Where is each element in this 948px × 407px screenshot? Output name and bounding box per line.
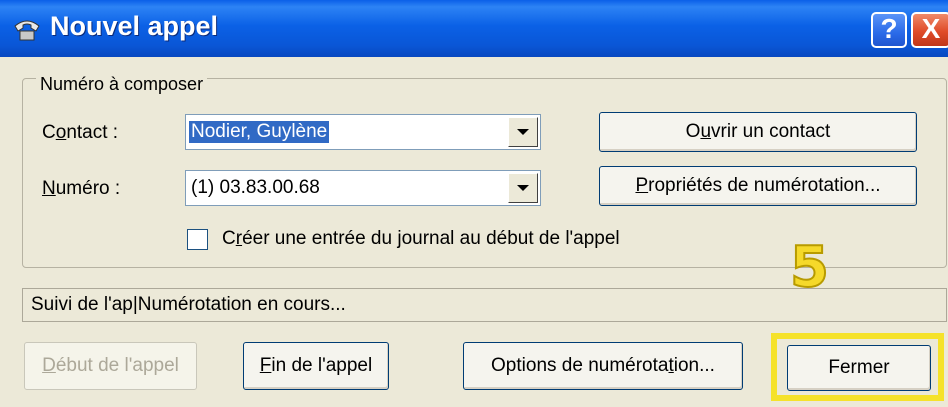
phone-icon xyxy=(14,20,40,41)
group-legend: Numéro à composer xyxy=(36,74,208,95)
chevron-down-icon[interactable] xyxy=(508,117,538,147)
step-number-annotation: 5 xyxy=(789,235,830,300)
number-combobox[interactable]: (1) 03.83.00.68 xyxy=(185,170,541,206)
contact-combobox[interactable]: Nodier, Guylène xyxy=(185,114,541,150)
open-contact-button[interactable]: Ou vrir un contact xyxy=(599,112,917,152)
number-label: Numéro : xyxy=(42,178,121,199)
title-bar: Nouvel appel ? X xyxy=(0,0,948,57)
contact-label: Contact : xyxy=(42,122,119,143)
journal-checkbox-label[interactable]: Créer une entrée du journal au début de … xyxy=(222,228,620,250)
step-highlight-box xyxy=(771,333,944,401)
dialing-options-button[interactable]: Options de numérota t ion... xyxy=(463,342,743,390)
end-call-button[interactable]: Fin de l'appel xyxy=(243,342,389,390)
start-call-button: Début de l'appel xyxy=(24,342,197,390)
contact-value[interactable]: Nodier, Guylène xyxy=(189,121,330,143)
journal-checkbox[interactable] xyxy=(187,229,208,250)
window-title: Nouvel appel xyxy=(50,11,219,41)
help-button[interactable]: ? xyxy=(871,12,907,48)
chevron-down-icon[interactable] xyxy=(508,173,538,203)
close-window-button[interactable]: X xyxy=(911,12,948,48)
number-value[interactable]: (1) 03.83.00.68 xyxy=(191,177,320,199)
dialing-properties-button[interactable]: Propriétés de numérotation... xyxy=(599,166,917,206)
